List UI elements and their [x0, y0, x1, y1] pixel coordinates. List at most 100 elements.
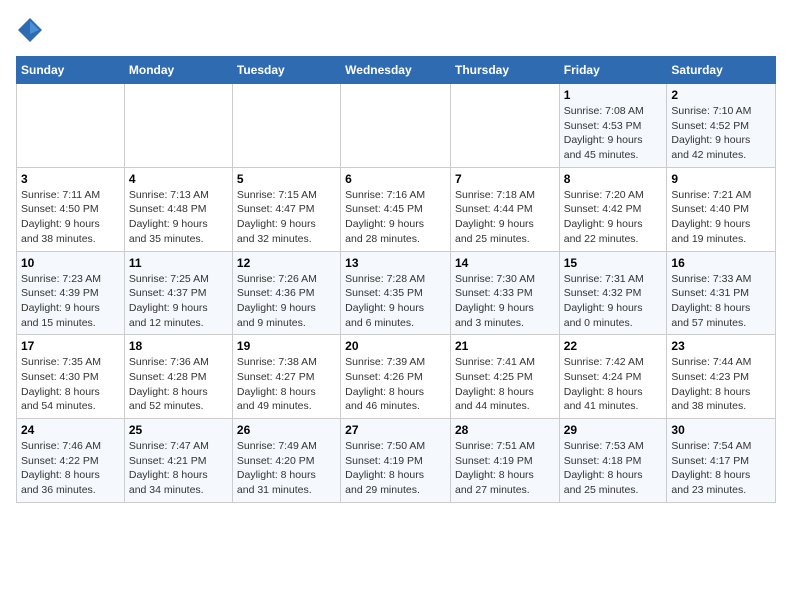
weekday-header: Friday — [559, 57, 667, 84]
weekday-header-row: SundayMondayTuesdayWednesdayThursdayFrid… — [17, 57, 776, 84]
day-number: 25 — [129, 423, 228, 437]
day-number: 9 — [671, 172, 771, 186]
calendar-day-cell — [232, 84, 340, 168]
day-info: Sunrise: 7:23 AM Sunset: 4:39 PM Dayligh… — [21, 272, 120, 331]
day-number: 22 — [564, 339, 663, 353]
calendar-day-cell — [17, 84, 125, 168]
day-info: Sunrise: 7:18 AM Sunset: 4:44 PM Dayligh… — [455, 188, 555, 247]
day-info: Sunrise: 7:54 AM Sunset: 4:17 PM Dayligh… — [671, 439, 771, 498]
weekday-header: Saturday — [667, 57, 776, 84]
day-info: Sunrise: 7:28 AM Sunset: 4:35 PM Dayligh… — [345, 272, 446, 331]
calendar-day-cell — [124, 84, 232, 168]
calendar-day-cell: 7 Sunrise: 7:18 AM Sunset: 4:44 PM Daylig… — [450, 167, 559, 251]
calendar-day-cell: 20Sunrise: 7:39 AM Sunset: 4:26 PM Dayli… — [341, 335, 451, 419]
day-number: 16 — [671, 256, 771, 270]
day-info: Sunrise: 7:46 AM Sunset: 4:22 PM Dayligh… — [21, 439, 120, 498]
day-info: Sunrise: 7:15 AM Sunset: 4:47 PM Dayligh… — [237, 188, 336, 247]
day-info: Sunrise: 7:50 AM Sunset: 4:19 PM Dayligh… — [345, 439, 446, 498]
day-number: 14 — [455, 256, 555, 270]
calendar-day-cell: 1 Sunrise: 7:08 AM Sunset: 4:53 PM Daylig… — [559, 84, 667, 168]
calendar-day-cell: 24 Sunrise: 7:46 AM Sunset: 4:22 PM Dayli… — [17, 419, 125, 503]
day-number: 4 — [129, 172, 228, 186]
day-info: Sunrise: 7:42 AM Sunset: 4:24 PM Dayligh… — [564, 355, 663, 414]
day-number: 6 — [345, 172, 446, 186]
day-number: 24 — [21, 423, 120, 437]
day-number: 17 — [21, 339, 120, 353]
calendar-day-cell: 15 Sunrise: 7:31 AM Sunset: 4:32 PM Dayli… — [559, 251, 667, 335]
day-number: 18 — [129, 339, 228, 353]
calendar-day-cell: 6 Sunrise: 7:16 AM Sunset: 4:45 PM Daylig… — [341, 167, 451, 251]
day-info: Sunrise: 7:41 AM Sunset: 4:25 PM Dayligh… — [455, 355, 555, 414]
calendar-day-cell: 21 Sunrise: 7:41 AM Sunset: 4:25 PM Dayli… — [450, 335, 559, 419]
weekday-header: Sunday — [17, 57, 125, 84]
calendar-day-cell: 29Sunrise: 7:53 AM Sunset: 4:18 PM Dayli… — [559, 419, 667, 503]
calendar-week-row: 1 Sunrise: 7:08 AM Sunset: 4:53 PM Daylig… — [17, 84, 776, 168]
calendar-day-cell: 22 Sunrise: 7:42 AM Sunset: 4:24 PM Dayli… — [559, 335, 667, 419]
day-number: 1 — [564, 88, 663, 102]
weekday-header: Monday — [124, 57, 232, 84]
logo-icon — [16, 16, 44, 44]
day-info: Sunrise: 7:31 AM Sunset: 4:32 PM Dayligh… — [564, 272, 663, 331]
day-number: 8 — [564, 172, 663, 186]
day-number: 30 — [671, 423, 771, 437]
calendar-week-row: 17Sunrise: 7:35 AM Sunset: 4:30 PM Dayli… — [17, 335, 776, 419]
day-info: Sunrise: 7:16 AM Sunset: 4:45 PM Dayligh… — [345, 188, 446, 247]
day-info: Sunrise: 7:30 AM Sunset: 4:33 PM Dayligh… — [455, 272, 555, 331]
day-number: 7 — [455, 172, 555, 186]
day-info: Sunrise: 7:08 AM Sunset: 4:53 PM Dayligh… — [564, 104, 663, 163]
calendar-week-row: 24 Sunrise: 7:46 AM Sunset: 4:22 PM Dayli… — [17, 419, 776, 503]
calendar-day-cell — [341, 84, 451, 168]
calendar-day-cell: 8 Sunrise: 7:20 AM Sunset: 4:42 PM Daylig… — [559, 167, 667, 251]
calendar-day-cell — [450, 84, 559, 168]
day-number: 23 — [671, 339, 771, 353]
logo — [16, 16, 48, 44]
day-number: 2 — [671, 88, 771, 102]
day-info: Sunrise: 7:49 AM Sunset: 4:20 PM Dayligh… — [237, 439, 336, 498]
day-number: 27 — [345, 423, 446, 437]
day-number: 19 — [237, 339, 336, 353]
day-info: Sunrise: 7:26 AM Sunset: 4:36 PM Dayligh… — [237, 272, 336, 331]
day-number: 21 — [455, 339, 555, 353]
calendar-day-cell: 4 Sunrise: 7:13 AM Sunset: 4:48 PM Daylig… — [124, 167, 232, 251]
calendar-week-row: 3 Sunrise: 7:11 AM Sunset: 4:50 PM Daylig… — [17, 167, 776, 251]
day-info: Sunrise: 7:25 AM Sunset: 4:37 PM Dayligh… — [129, 272, 228, 331]
day-info: Sunrise: 7:11 AM Sunset: 4:50 PM Dayligh… — [21, 188, 120, 247]
day-number: 28 — [455, 423, 555, 437]
day-number: 11 — [129, 256, 228, 270]
weekday-header: Wednesday — [341, 57, 451, 84]
calendar-day-cell: 14 Sunrise: 7:30 AM Sunset: 4:33 PM Dayli… — [450, 251, 559, 335]
weekday-header: Thursday — [450, 57, 559, 84]
calendar-day-cell: 18 Sunrise: 7:36 AM Sunset: 4:28 PM Dayli… — [124, 335, 232, 419]
day-info: Sunrise: 7:44 AM Sunset: 4:23 PM Dayligh… — [671, 355, 771, 414]
page-header — [16, 16, 776, 44]
day-info: Sunrise: 7:39 AM Sunset: 4:26 PM Dayligh… — [345, 355, 446, 414]
day-info: Sunrise: 7:38 AM Sunset: 4:27 PM Dayligh… — [237, 355, 336, 414]
calendar-day-cell: 5 Sunrise: 7:15 AM Sunset: 4:47 PM Daylig… — [232, 167, 340, 251]
day-number: 12 — [237, 256, 336, 270]
day-number: 15 — [564, 256, 663, 270]
calendar-day-cell: 30 Sunrise: 7:54 AM Sunset: 4:17 PM Dayli… — [667, 419, 776, 503]
day-info: Sunrise: 7:51 AM Sunset: 4:19 PM Dayligh… — [455, 439, 555, 498]
day-info: Sunrise: 7:20 AM Sunset: 4:42 PM Dayligh… — [564, 188, 663, 247]
day-number: 13 — [345, 256, 446, 270]
calendar-week-row: 10Sunrise: 7:23 AM Sunset: 4:39 PM Dayli… — [17, 251, 776, 335]
calendar-day-cell: 16Sunrise: 7:33 AM Sunset: 4:31 PM Dayli… — [667, 251, 776, 335]
calendar-day-cell: 17Sunrise: 7:35 AM Sunset: 4:30 PM Dayli… — [17, 335, 125, 419]
weekday-header: Tuesday — [232, 57, 340, 84]
calendar-day-cell: 27 Sunrise: 7:50 AM Sunset: 4:19 PM Dayli… — [341, 419, 451, 503]
day-number: 26 — [237, 423, 336, 437]
day-info: Sunrise: 7:36 AM Sunset: 4:28 PM Dayligh… — [129, 355, 228, 414]
calendar-day-cell: 26 Sunrise: 7:49 AM Sunset: 4:20 PM Dayli… — [232, 419, 340, 503]
day-info: Sunrise: 7:47 AM Sunset: 4:21 PM Dayligh… — [129, 439, 228, 498]
calendar-day-cell: 23 Sunrise: 7:44 AM Sunset: 4:23 PM Dayli… — [667, 335, 776, 419]
calendar-day-cell: 3 Sunrise: 7:11 AM Sunset: 4:50 PM Daylig… — [17, 167, 125, 251]
day-info: Sunrise: 7:13 AM Sunset: 4:48 PM Dayligh… — [129, 188, 228, 247]
calendar-day-cell: 11 Sunrise: 7:25 AM Sunset: 4:37 PM Dayli… — [124, 251, 232, 335]
calendar-day-cell: 28 Sunrise: 7:51 AM Sunset: 4:19 PM Dayli… — [450, 419, 559, 503]
calendar-day-cell: 13 Sunrise: 7:28 AM Sunset: 4:35 PM Dayli… — [341, 251, 451, 335]
calendar-day-cell: 12 Sunrise: 7:26 AM Sunset: 4:36 PM Dayli… — [232, 251, 340, 335]
day-number: 3 — [21, 172, 120, 186]
day-number: 5 — [237, 172, 336, 186]
day-number: 29 — [564, 423, 663, 437]
calendar-day-cell: 10Sunrise: 7:23 AM Sunset: 4:39 PM Dayli… — [17, 251, 125, 335]
